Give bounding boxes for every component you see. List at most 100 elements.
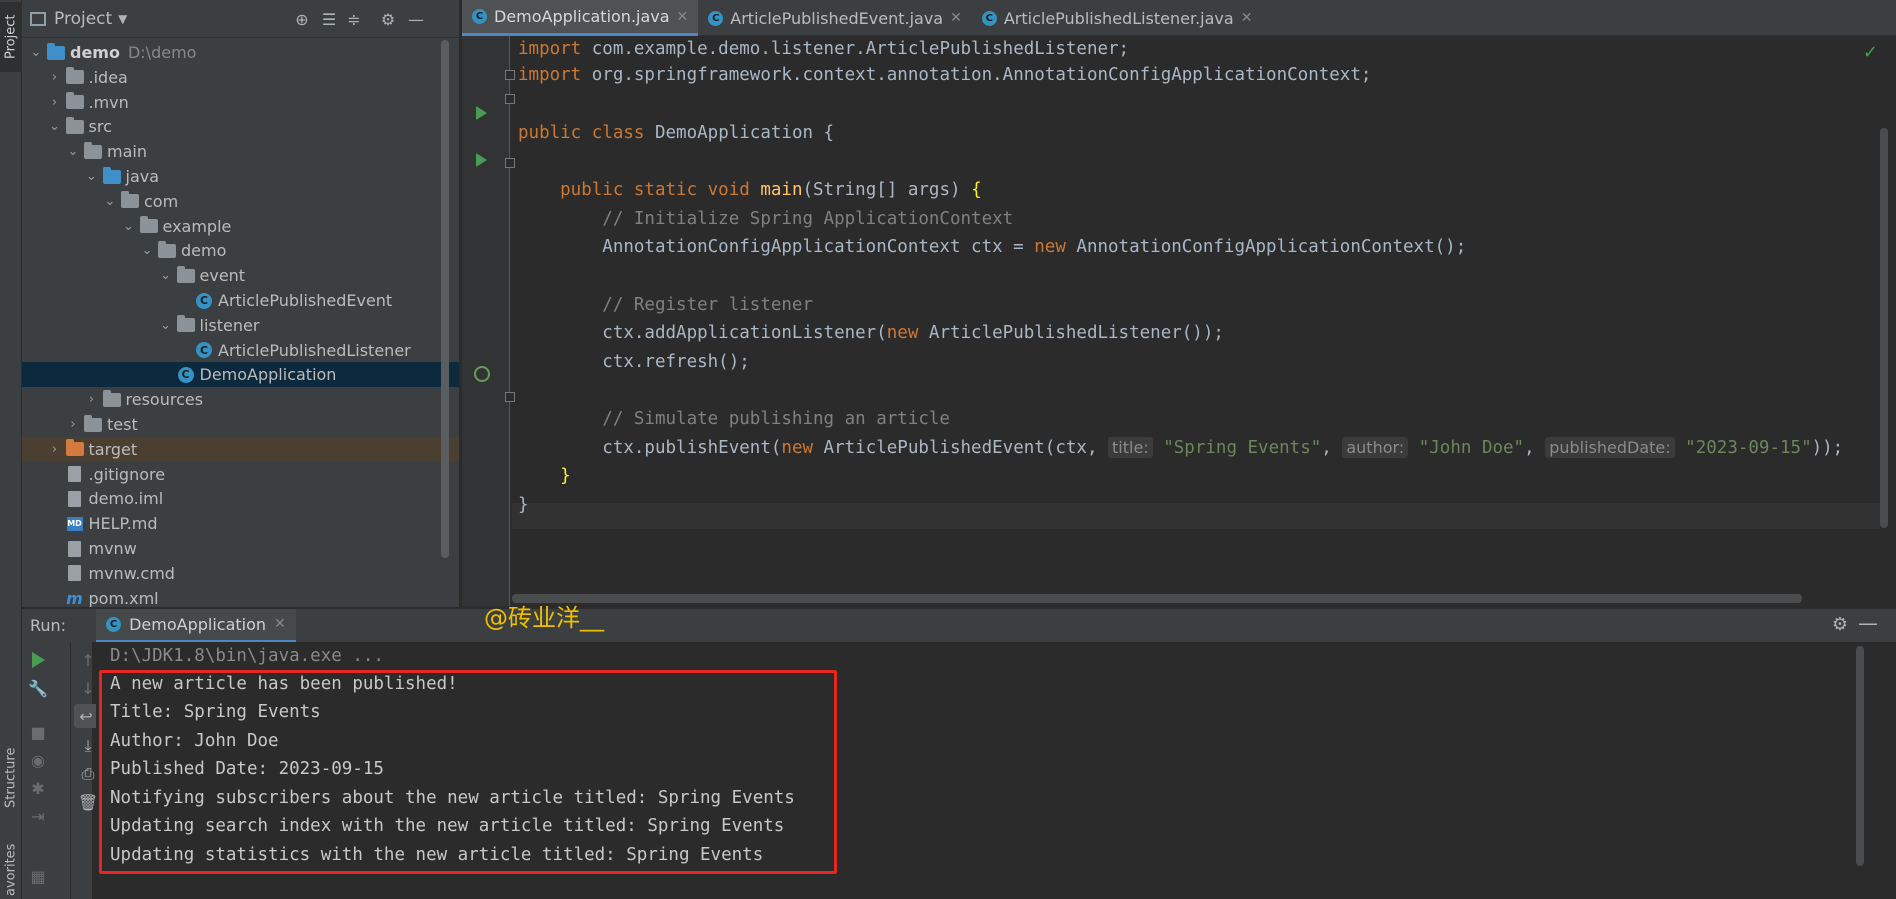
chevron-down-icon[interactable]: ⌄ [158,268,174,283]
project-tool-tab[interactable]: Project [0,2,22,72]
minimize-icon[interactable]: — [1858,611,1878,635]
chevron-down-icon[interactable]: ⌄ [84,169,100,184]
code-comment-1: // Initialize Spring ApplicationContext [518,209,1014,229]
tree-item[interactable]: ⌄ java [22,164,459,189]
editor-vertical-scrollbar[interactable] [1880,128,1888,528]
chevron-down-icon[interactable]: ⌄ [65,144,81,159]
tree-item[interactable]: ⌄ event [22,263,459,288]
soft-wrap-icon[interactable]: ↩ [74,704,98,728]
editor-tab[interactable]: C ArticlePublishedEvent.java ✕ [698,0,972,36]
java-class-icon: C [981,10,997,26]
tree-item[interactable]: ⌄ src [22,114,459,139]
code-line-1: import com.example.demo.listener.Article… [518,39,1130,59]
spring-bean-icon[interactable] [474,366,490,382]
folder-icon [176,265,196,284]
project-tree: ⌄ demo D:\demo › .idea › .mvn ⌄ src ⌄ main ⌄ java ⌄ co… [22,36,459,607]
tree-item-label: test [107,415,138,434]
play-icon [31,652,45,668]
chevron-down-icon[interactable]: ⌄ [139,243,155,258]
code-line-publish: ctx.publishEvent(new ArticlePublishedEve… [518,437,1844,458]
gear-icon[interactable]: ⚙ [1832,614,1848,635]
chevron-right-icon[interactable]: › [47,70,63,85]
code-line-refresh: ctx.refresh(); [518,352,750,372]
close-icon[interactable]: ✕ [274,616,286,632]
run-class-icon[interactable] [476,106,487,120]
console-scrollbar[interactable] [1856,646,1864,866]
tree-item[interactable]: C ArticlePublishedListener [22,338,459,363]
close-icon[interactable]: ✕ [1241,10,1253,26]
run-main-icon[interactable] [476,153,487,167]
tree-item[interactable]: mvnw [22,536,459,561]
stop-icon[interactable]: ■ [26,720,50,744]
tree-item[interactable]: ⌄ demo [22,238,459,263]
tree-item-label: demo [181,241,227,261]
tree-item[interactable]: mvnw.cmd [22,561,459,586]
expand-all-icon[interactable]: ☰ [319,9,339,29]
folder-icon [65,67,85,85]
exit-icon[interactable]: ⇥ [26,804,50,828]
tree-item[interactable]: ⌄ listener [22,313,459,338]
debug-icon[interactable]: ✱ [26,776,50,800]
tree-item[interactable]: .gitignore [22,462,459,487]
close-icon[interactable]: ✕ [950,10,962,26]
chevron-right-icon[interactable]: › [47,442,63,457]
camera-icon[interactable]: ◉ [26,748,50,772]
inspection-ok-icon[interactable]: ✓ [1863,42,1878,63]
tree-item[interactable]: › .idea [22,65,459,90]
tree-item[interactable]: C ArticlePublishedEvent [22,288,459,313]
code-comment-2: // Register listener [518,295,814,315]
tree-item[interactable]: › .mvn [22,90,459,115]
console-output-line: Published Date: 2023-09-15 [110,759,384,779]
editor-horizontal-scrollbar[interactable] [512,594,1802,603]
run-tab-demoapplication[interactable]: C DemoApplication ✕ [96,608,296,643]
chevron-down-icon[interactable]: ⌄ [102,194,118,209]
param-hint-title: title: [1108,437,1153,458]
tree-item-label: demo.iml [88,489,164,509]
chevron-down-icon[interactable]: ⌄ [121,219,137,234]
chevron-right-icon[interactable]: › [47,95,63,110]
tree-item[interactable]: ⌄ demo D:\demo [22,40,459,65]
tree-item[interactable]: C DemoApplication [22,362,459,388]
chevron-down-icon[interactable]: ⌄ [158,318,174,333]
editor-tab-label: DemoApplication.java [494,7,670,26]
gear-icon[interactable]: ⚙ [378,9,398,29]
chevron-down-icon[interactable]: ▼ [118,12,127,26]
chevron-down-icon[interactable]: ⌄ [47,119,63,134]
rerun-button[interactable] [26,648,50,672]
tree-item[interactable]: ⌄ example [22,214,459,239]
tree-item[interactable]: › target [22,436,459,462]
editor-tab[interactable]: C ArticlePublishedListener.java ✕ [972,0,1263,36]
run-console[interactable]: D:\JDK1.8\bin\java.exe ... A new article … [96,642,1876,899]
folder-icon [102,166,122,185]
folder-icon [65,92,85,110]
tree-item[interactable]: m pom.xml [22,586,459,607]
tree-item[interactable]: ⌄ com [22,189,459,214]
structure-tool-tab[interactable]: Structure [0,738,22,818]
tree-item-label: DemoApplication [199,365,337,385]
toolbar-separator [70,642,71,899]
project-panel-title[interactable]: Project [54,9,112,29]
favorites-tool-tab[interactable]: avorites [0,840,22,899]
chevron-right-icon[interactable]: › [84,392,100,407]
tree-item[interactable]: › resources [22,387,459,412]
close-icon[interactable]: ✕ [677,9,689,25]
project-scrollbar[interactable] [441,40,449,558]
code-editor[interactable]: import com.example.demo.listener.Article… [512,36,1880,591]
minimize-icon[interactable]: — [406,9,426,29]
locate-icon[interactable]: ⊕ [292,9,312,29]
editor-tab[interactable]: C DemoApplication.java ✕ [462,0,699,36]
chevron-right-icon[interactable]: › [65,417,81,432]
collapse-all-icon[interactable]: ≑ [344,9,364,29]
code-line-2: import org.springframework.context.annot… [518,65,1372,85]
tree-item[interactable]: demo.iml [22,486,459,511]
tree-item[interactable]: ⌄ main [22,139,459,164]
layout-icon[interactable]: ▦ [26,864,50,888]
wrench-icon[interactable]: 🔧 [26,676,50,700]
tree-item[interactable]: MD HELP.md [22,511,459,536]
tree-item[interactable]: › test [22,412,459,437]
tree-item-label: java [125,167,160,186]
code-line-class: public class DemoApplication { [518,123,835,143]
chevron-down-icon[interactable]: ⌄ [28,45,44,60]
console-output-line: Author: John Doe [110,731,279,751]
watermark: @砖业洋__ [484,604,604,632]
